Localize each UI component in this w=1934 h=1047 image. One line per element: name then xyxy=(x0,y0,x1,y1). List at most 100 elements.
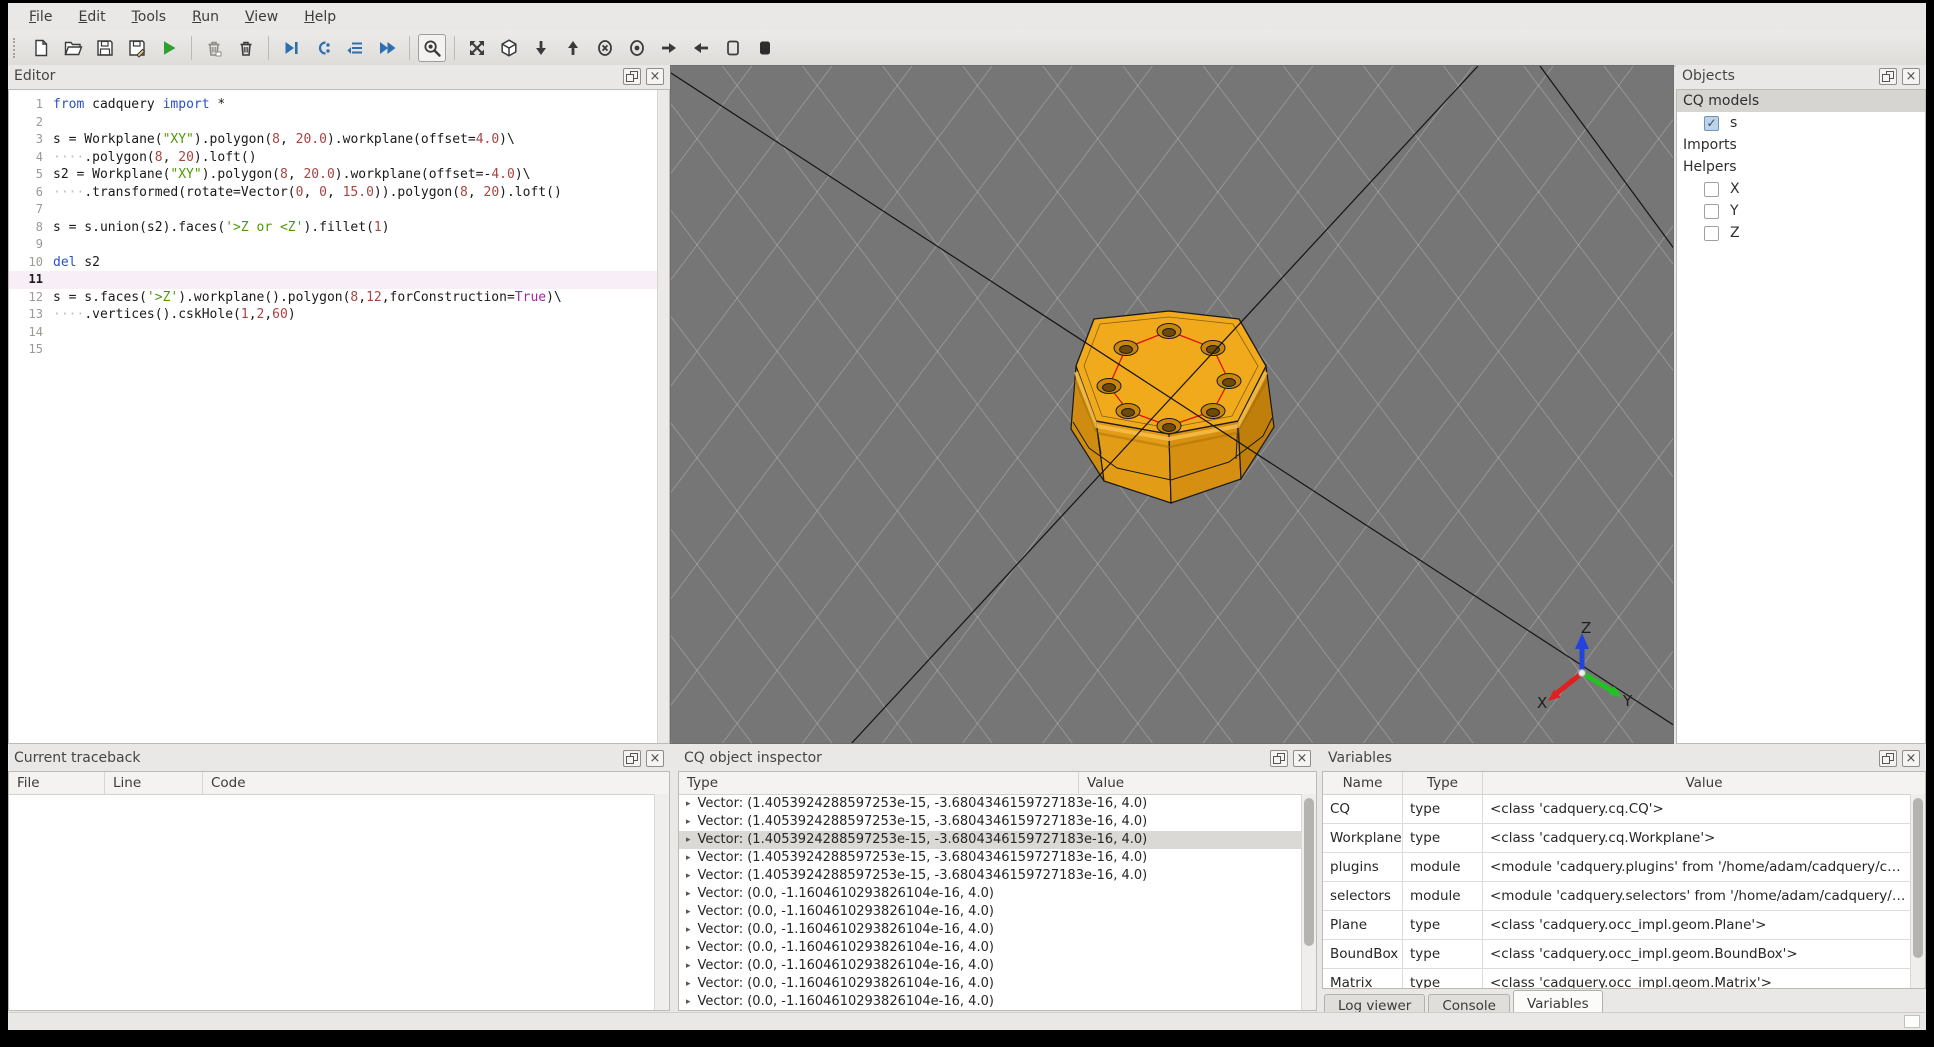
variables-scrollbar-thumb[interactable] xyxy=(1913,798,1923,958)
float-panel-icon[interactable] xyxy=(1879,750,1897,767)
code-line-5[interactable]: 5 s2 = Workplane("XY").polygon(8, 20.0).w… xyxy=(9,166,669,184)
inspector-scrollbar-thumb[interactable] xyxy=(1304,798,1314,946)
code-line-6[interactable]: 6 ····.transformed(rotate=Vector(0, 0, 15… xyxy=(9,184,669,202)
objects-tree-item-cq-models[interactable]: CQ models xyxy=(1677,90,1925,112)
objects-tree-item-s[interactable]: ✓ s xyxy=(1677,112,1925,134)
objects-tree-item-imports[interactable]: Imports xyxy=(1677,134,1925,156)
render-icon[interactable] xyxy=(155,34,183,62)
traceback-col-code[interactable]: Code xyxy=(203,772,669,794)
variable-row-BoundBox[interactable]: BoundBox type <class 'cadquery.occ_impl.ge… xyxy=(1323,940,1925,969)
menu-view[interactable]: View xyxy=(232,5,291,29)
inspector-row[interactable]: ▸ Vector: (0.0, -1.1604610293826104e-16, … xyxy=(679,939,1316,957)
expand-arrow-icon[interactable]: ▸ xyxy=(686,907,691,917)
wireframe-icon[interactable] xyxy=(719,34,747,62)
resize-grip[interactable] xyxy=(1904,1015,1920,1028)
debug-frames-icon[interactable] xyxy=(341,34,369,62)
close-panel-icon[interactable] xyxy=(1902,750,1920,767)
expand-arrow-icon[interactable]: ▸ xyxy=(686,943,691,953)
expand-arrow-icon[interactable]: ▸ xyxy=(686,925,691,935)
iso-view-icon[interactable] xyxy=(495,34,523,62)
menu-file[interactable]: File xyxy=(16,5,65,29)
expand-arrow-icon[interactable]: ▸ xyxy=(686,871,691,881)
variable-row-CQ[interactable]: CQ type <class 'cadquery.cq.CQ'> xyxy=(1323,795,1925,824)
expand-arrow-icon[interactable]: ▸ xyxy=(686,889,691,899)
bottom-view-icon[interactable] xyxy=(559,34,587,62)
objects-tree-item-y[interactable]: ✓Y xyxy=(1677,200,1925,222)
code-line-10[interactable]: 10 del s2 xyxy=(9,254,669,272)
top-view-icon[interactable] xyxy=(527,34,555,62)
code-line-15[interactable]: 15 xyxy=(9,341,669,359)
inspector-scrollbar[interactable] xyxy=(1301,794,1316,1010)
checkbox-z[interactable]: ✓ xyxy=(1704,225,1719,241)
inspector-col-value[interactable]: Value xyxy=(1079,772,1316,794)
inspector-row[interactable]: ▸ Vector: (0.0, -1.1604610293826104e-16, … xyxy=(679,993,1316,1010)
menu-help[interactable]: Help xyxy=(291,5,349,29)
editor-scrollbar[interactable] xyxy=(657,90,669,743)
close-panel-icon[interactable] xyxy=(646,750,664,767)
close-panel-icon[interactable] xyxy=(646,68,664,85)
expand-arrow-icon[interactable]: ▸ xyxy=(686,853,691,863)
left-view-icon[interactable] xyxy=(655,34,683,62)
expand-arrow-icon[interactable]: ▸ xyxy=(686,997,691,1007)
code-editor[interactable]: 1 from cadquery import * 2 3 s = Workplane("… xyxy=(8,89,670,744)
traceback-scrollbar[interactable] xyxy=(654,794,669,1010)
menu-edit[interactable]: Edit xyxy=(65,5,118,29)
debug-continue-icon[interactable] xyxy=(373,34,401,62)
inspector-row[interactable]: ▸ Vector: (0.0, -1.1604610293826104e-16, … xyxy=(679,975,1316,993)
menu-run[interactable]: Run xyxy=(179,5,232,29)
save-icon[interactable] xyxy=(91,34,119,62)
debug-step-icon[interactable] xyxy=(277,34,305,62)
inspector-row[interactable]: ▸ Vector: (1.4053924288597253e-15, -3.680… xyxy=(679,849,1316,867)
expand-arrow-icon[interactable]: ▸ xyxy=(686,817,691,827)
menu-tools[interactable]: Tools xyxy=(119,5,180,29)
variable-row-selectors[interactable]: selectors module <module 'cadquery.selecto… xyxy=(1323,882,1925,911)
close-panel-icon[interactable] xyxy=(1293,750,1311,767)
code-line-4[interactable]: 4 ····.polygon(8, 20).loft() xyxy=(9,149,669,167)
variable-row-Matrix[interactable]: Matrix type <class 'cadquery.occ_impl.geom… xyxy=(1323,969,1925,988)
code-line-11[interactable]: 11 xyxy=(9,271,669,289)
inspector-row[interactable]: ▸ Vector: (1.4053924288597253e-15, -3.680… xyxy=(679,813,1316,831)
inspector-row[interactable]: ▸ Vector: (1.4053924288597253e-15, -3.680… xyxy=(679,867,1316,885)
checkbox-y[interactable]: ✓ xyxy=(1704,203,1719,219)
traceback-col-file[interactable]: File xyxy=(9,772,105,794)
float-panel-icon[interactable] xyxy=(1270,750,1288,767)
variables-col-name[interactable]: Name xyxy=(1323,772,1403,794)
expand-arrow-icon[interactable]: ▸ xyxy=(686,835,691,845)
shaded-icon[interactable] xyxy=(751,34,779,62)
open-file-icon[interactable] xyxy=(59,34,87,62)
expand-arrow-icon[interactable]: ▸ xyxy=(686,979,691,989)
save-as-icon[interactable] xyxy=(123,34,151,62)
variables-col-value[interactable]: Value xyxy=(1483,772,1925,794)
viewport-3d[interactable]: Z X Y xyxy=(670,65,1674,744)
code-line-8[interactable]: 8 s = s.union(s2).faces('>Z or <Z').fille… xyxy=(9,219,669,237)
code-line-13[interactable]: 13 ····.vertices().cskHole(1,2,60) xyxy=(9,306,669,324)
expand-arrow-icon[interactable]: ▸ xyxy=(686,961,691,971)
inspect-object-icon[interactable] xyxy=(418,34,446,62)
objects-tree-item-helpers[interactable]: Helpers xyxy=(1677,156,1925,178)
delete-icon[interactable] xyxy=(200,34,228,62)
expand-arrow-icon[interactable]: ▸ xyxy=(686,799,691,809)
inspector-row[interactable]: ▸ Vector: (0.0, -1.1604610293826104e-16, … xyxy=(679,921,1316,939)
debug-step-into-icon[interactable] xyxy=(309,34,337,62)
code-line-3[interactable]: 3 s = Workplane("XY").polygon(8, 20.0).wo… xyxy=(9,131,669,149)
variables-col-type[interactable]: Type xyxy=(1403,772,1483,794)
variable-row-Workplane[interactable]: Workplane type <class 'cadquery.cq.Workpla… xyxy=(1323,824,1925,853)
code-line-2[interactable]: 2 xyxy=(9,114,669,132)
inspector-row[interactable]: ▸ Vector: (0.0, -1.1604610293826104e-16, … xyxy=(679,885,1316,903)
toolbar-drag-handle[interactable] xyxy=(13,38,19,58)
close-panel-icon[interactable] xyxy=(1902,68,1920,85)
inspector-row[interactable]: ▸ Vector: (1.4053924288597253e-15, -3.680… xyxy=(679,831,1316,849)
float-panel-icon[interactable] xyxy=(623,68,641,85)
objects-tree-item-z[interactable]: ✓Z xyxy=(1677,222,1925,244)
inspector-row[interactable]: ▸ Vector: (1.4053924288597253e-15, -3.680… xyxy=(679,795,1316,813)
code-line-14[interactable]: 14 xyxy=(9,324,669,342)
front-view-icon[interactable] xyxy=(591,34,619,62)
objects-tree-item-x[interactable]: ✓X xyxy=(1677,178,1925,200)
variable-row-plugins[interactable]: plugins module <module 'cadquery.plugins' … xyxy=(1323,853,1925,882)
float-panel-icon[interactable] xyxy=(1879,68,1897,85)
traceback-col-line[interactable]: Line xyxy=(105,772,203,794)
inspector-row[interactable]: ▸ Vector: (0.0, -1.1604610293826104e-16, … xyxy=(679,903,1316,921)
code-line-9[interactable]: 9 xyxy=(9,236,669,254)
back-view-icon[interactable] xyxy=(623,34,651,62)
checkbox-x[interactable]: ✓ xyxy=(1704,181,1719,197)
